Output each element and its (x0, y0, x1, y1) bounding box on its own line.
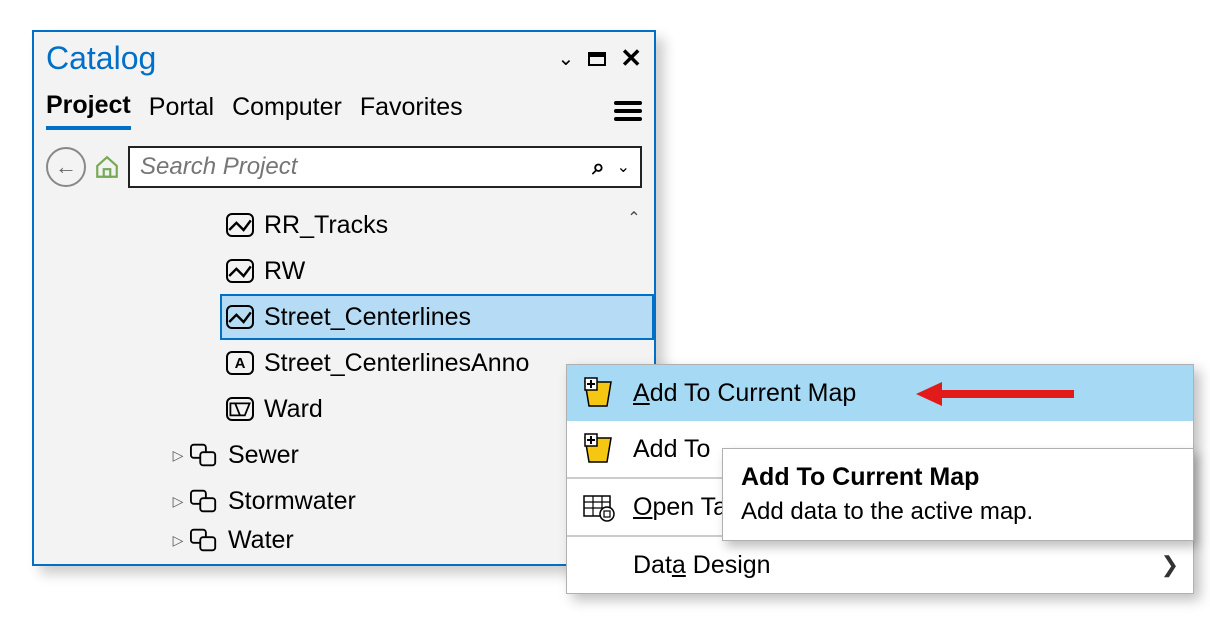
search-input[interactable] (140, 153, 592, 181)
featureclass-line-icon (226, 305, 254, 329)
menu-item-label: Open Ta (633, 493, 727, 522)
menu-icon[interactable] (614, 101, 642, 121)
scroll-up-icon[interactable]: ⌃ (620, 204, 648, 232)
tree-item-street-centerlines-anno[interactable]: A Street_CenterlinesAnno (34, 340, 654, 386)
catalog-panel: Catalog ⌄ ✕ Project Portal Computer Favo… (32, 30, 656, 566)
panel-header: Catalog ⌄ ✕ (34, 32, 654, 77)
featureclass-poly-icon (226, 397, 254, 421)
tooltip-title: Add To Current Map (741, 463, 1175, 492)
panel-title: Catalog (46, 40, 557, 77)
expand-icon[interactable]: ▷ (166, 532, 190, 549)
add-map-icon (581, 432, 615, 466)
search-icon[interactable]: ⌕ (592, 154, 604, 180)
dataset-icon (190, 528, 218, 552)
search-field[interactable]: ⌕ ⌄ (128, 146, 642, 188)
blank-icon (581, 548, 615, 582)
dataset-icon (190, 489, 218, 513)
tree-item-stormwater[interactable]: ▷ Stormwater (34, 478, 654, 524)
submenu-arrow-icon: ❯ (1161, 552, 1179, 578)
menu-item-add-to-current-map[interactable]: Add To Current Map (567, 365, 1193, 421)
tree-item-label: Water (228, 526, 294, 555)
add-map-icon (581, 376, 615, 410)
tooltip-desc: Add data to the active map. (741, 498, 1175, 526)
menu-item-label: Add To (633, 435, 710, 464)
tab-portal[interactable]: Portal (149, 93, 214, 128)
expand-icon[interactable]: ▷ (166, 447, 190, 464)
tree-item-label: Street_Centerlines (264, 303, 471, 332)
menu-item-data-design[interactable]: Data Design ❯ (567, 537, 1193, 593)
tree-item-label: Street_CenterlinesAnno (264, 349, 529, 378)
tree-item-street-centerlines[interactable]: Street_Centerlines (220, 294, 654, 340)
tree-item-rr-tracks[interactable]: RR_Tracks (34, 202, 654, 248)
home-icon[interactable] (94, 154, 120, 180)
annotation-icon: A (226, 351, 254, 375)
search-dropdown-icon[interactable]: ⌄ (617, 157, 630, 177)
featureclass-line-icon (226, 259, 254, 283)
tree-item-sewer[interactable]: ▷ Sewer (34, 432, 654, 478)
tree-item-label: Sewer (228, 441, 299, 470)
dock-icon[interactable] (588, 52, 606, 66)
tree-item-label: Stormwater (228, 487, 356, 516)
tree-item-water[interactable]: ▷ Water (34, 524, 654, 556)
tab-project[interactable]: Project (46, 91, 131, 130)
close-icon[interactable]: ✕ (620, 43, 642, 74)
featureclass-line-icon (226, 213, 254, 237)
tree-item-label: RR_Tracks (264, 211, 388, 240)
dropdown-icon[interactable]: ⌄ (557, 46, 574, 71)
menu-item-label: Data Design (633, 551, 771, 580)
table-icon (581, 490, 615, 524)
tooltip: Add To Current Map Add data to the activ… (722, 448, 1194, 541)
tree-item-label: RW (264, 257, 305, 286)
tree-item-label: Ward (264, 395, 323, 424)
panel-header-controls: ⌄ ✕ (557, 43, 642, 74)
expand-icon[interactable]: ▷ (166, 493, 190, 510)
tab-favorites[interactable]: Favorites (360, 93, 463, 128)
search-row: ← ⌕ ⌄ (34, 130, 654, 198)
annotation-arrow (916, 380, 1076, 408)
panel-tabs: Project Portal Computer Favorites (34, 77, 654, 130)
tree-item-rw[interactable]: RW (34, 248, 654, 294)
back-button[interactable]: ← (46, 147, 86, 187)
menu-item-label: Add To Current Map (633, 379, 856, 408)
tab-computer[interactable]: Computer (232, 93, 342, 128)
dataset-icon (190, 443, 218, 467)
catalog-tree: ⌃ RR_Tracks RW Street_Centerlines A Stre… (34, 198, 654, 564)
tree-item-ward[interactable]: Ward (34, 386, 654, 432)
